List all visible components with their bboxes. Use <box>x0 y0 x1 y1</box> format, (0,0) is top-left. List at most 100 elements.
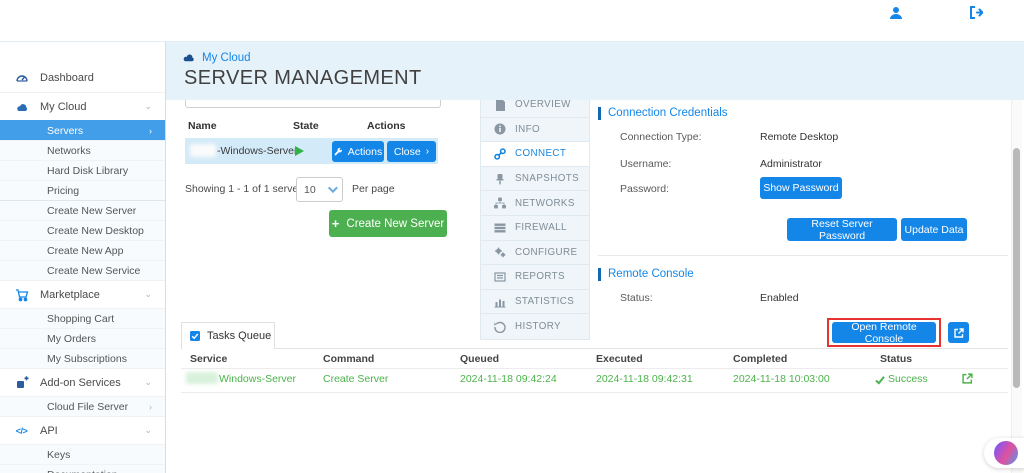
task-command: Create Server <box>323 373 388 385</box>
tab-reports[interactable]: REPORTS <box>481 265 589 290</box>
sidebar-item-my-subscriptions[interactable]: My Subscriptions <box>0 348 165 368</box>
bar-chart-icon <box>494 296 506 308</box>
show-password-button[interactable]: Show Password <box>760 177 842 199</box>
history-icon <box>494 321 506 333</box>
password-label: Password: <box>620 183 669 195</box>
sidebar-item-pricing[interactable]: Pricing <box>0 180 165 200</box>
section-divider <box>598 255 1008 256</box>
page-header-band: My Cloud SERVER MANAGEMENT <box>166 42 1024 100</box>
task-service: Windows-Server <box>219 373 296 385</box>
external-link-icon <box>954 328 964 338</box>
page-title: SERVER MANAGEMENT <box>184 67 422 90</box>
task-executed: 2024-11-18 09:42:31 <box>596 373 693 385</box>
create-new-server-button[interactable]: + Create New Server <box>329 210 447 237</box>
cloud-icon <box>182 53 195 63</box>
per-page-label: Per page <box>352 183 395 195</box>
update-data-button[interactable]: Update Data <box>901 218 967 241</box>
section-accent-bar <box>598 268 601 281</box>
tab-connect[interactable]: CONNECT <box>481 142 589 167</box>
tasks-queue-tab[interactable]: Tasks Queue <box>181 322 275 349</box>
tab-statistics[interactable]: STATISTICS <box>481 290 589 315</box>
tab-snapshots[interactable]: SNAPSHOTS <box>481 167 589 192</box>
sidebar-item-hard-disk-library[interactable]: Hard Disk Library <box>0 160 165 180</box>
task-completed: 2024-11-18 10:03:00 <box>733 373 830 385</box>
tasks-row-underline <box>181 392 1008 393</box>
sidebar-item-create-new-desktop[interactable]: Create New Desktop <box>0 220 165 240</box>
sidebar-item-my-orders[interactable]: My Orders <box>0 328 165 348</box>
task-service-redacted <box>186 372 218 384</box>
sidebar-item-create-new-service[interactable]: Create New Service <box>0 260 165 280</box>
firewall-bricks-icon <box>494 222 506 234</box>
link-icon <box>494 148 506 160</box>
gears-icon <box>494 246 506 258</box>
chevron-down-icon <box>328 183 338 193</box>
cloud-icon <box>14 99 29 114</box>
credentials-section-title: Connection Credentials <box>608 107 728 119</box>
task-external-link-icon[interactable] <box>962 371 973 389</box>
plus-icon: + <box>332 216 340 231</box>
sitemap-icon <box>494 197 506 209</box>
chevron-down-icon: ⌄ <box>144 101 152 112</box>
server-list-summary: Showing 1 - 1 of 1 servers, <box>185 183 310 195</box>
sidebar-item-my-cloud[interactable]: My Cloud ⌄ <box>0 92 165 120</box>
tab-history[interactable]: HISTORY <box>481 314 589 339</box>
tq-col-completed: Completed <box>733 353 787 365</box>
tab-configure[interactable]: CONFIGURE <box>481 241 589 266</box>
sidebar-item-cloud-file-server[interactable]: Cloud File Server › <box>0 396 165 416</box>
chevron-right-icon: › <box>149 402 152 412</box>
tasks-header-underline <box>181 368 1008 369</box>
user-icon[interactable] <box>889 6 903 25</box>
col-header-state: State <box>293 120 319 132</box>
sidebar-item-documentation[interactable]: Documentation <box>0 464 165 473</box>
top-bar <box>0 0 1024 42</box>
sidebar-item-marketplace[interactable]: Marketplace ⌄ <box>0 280 165 308</box>
col-header-actions: Actions <box>367 120 406 132</box>
chevron-down-icon: ⌄ <box>144 425 152 436</box>
server-name-redacted <box>190 144 216 157</box>
server-detail-tabs: OVERVIEW INFO CONNECT SNAPSHOTS <box>480 93 590 340</box>
dashboard-gauge-icon <box>14 71 29 86</box>
report-icon <box>494 271 506 283</box>
username-label: Username: <box>620 158 671 170</box>
tab-firewall[interactable]: FIREWALL <box>481 216 589 241</box>
sidebar-nav: Dashboard My Cloud ⌄ Servers › Networks … <box>0 42 166 473</box>
open-remote-console-button[interactable]: Open Remote Console <box>832 322 936 343</box>
tq-col-command: Command <box>323 353 374 365</box>
chat-widget-icon[interactable] <box>994 441 1018 465</box>
tq-col-status: Status <box>880 353 912 365</box>
connection-type-value: Remote Desktop <box>760 131 838 143</box>
logout-icon[interactable] <box>969 6 983 24</box>
sidebar-item-create-new-server[interactable]: Create New Server <box>0 200 165 220</box>
scrollbar-thumb[interactable] <box>1013 148 1020 388</box>
task-queued: 2024-11-18 09:42:24 <box>460 373 557 385</box>
addon-services-icon <box>14 375 29 390</box>
tab-info[interactable]: INFO <box>481 118 589 143</box>
sidebar-item-keys[interactable]: Keys <box>0 444 165 464</box>
tab-networks[interactable]: NETWORKS <box>481 191 589 216</box>
cart-icon <box>14 287 29 302</box>
sidebar-item-servers[interactable]: Servers › <box>0 120 165 140</box>
sidebar-item-shopping-cart[interactable]: Shopping Cart <box>0 308 165 328</box>
code-icon: </> <box>14 423 29 438</box>
reset-server-password-button[interactable]: Reset Server Password <box>787 218 897 241</box>
server-name: -Windows-Server <box>217 145 298 157</box>
sidebar-item-networks[interactable]: Networks <box>0 140 165 160</box>
col-header-name: Name <box>188 120 217 132</box>
per-page-select[interactable]: 10 <box>296 177 343 202</box>
sidebar-item-api[interactable]: </> API ⌄ <box>0 416 165 444</box>
sidebar-item-create-new-app[interactable]: Create New App <box>0 240 165 260</box>
tq-col-queued: Queued <box>460 353 499 365</box>
tq-col-executed: Executed <box>596 353 643 365</box>
section-accent-bar <box>598 107 601 120</box>
server-state-running-icon <box>295 146 304 156</box>
connection-type-label: Connection Type: <box>620 131 702 143</box>
checked-checkbox-icon <box>190 331 200 341</box>
chevron-right-icon: › <box>149 126 152 136</box>
sidebar-item-dashboard[interactable]: Dashboard <box>0 64 165 92</box>
server-actions-button[interactable]: Actions <box>332 141 384 162</box>
open-console-external-link-button[interactable] <box>948 322 969 343</box>
sidebar-item-addon-services[interactable]: Add-on Services ⌄ <box>0 368 165 396</box>
chevron-down-icon: ⌄ <box>144 289 152 300</box>
breadcrumb[interactable]: My Cloud <box>182 52 251 64</box>
server-close-button[interactable]: Close › <box>387 141 436 162</box>
